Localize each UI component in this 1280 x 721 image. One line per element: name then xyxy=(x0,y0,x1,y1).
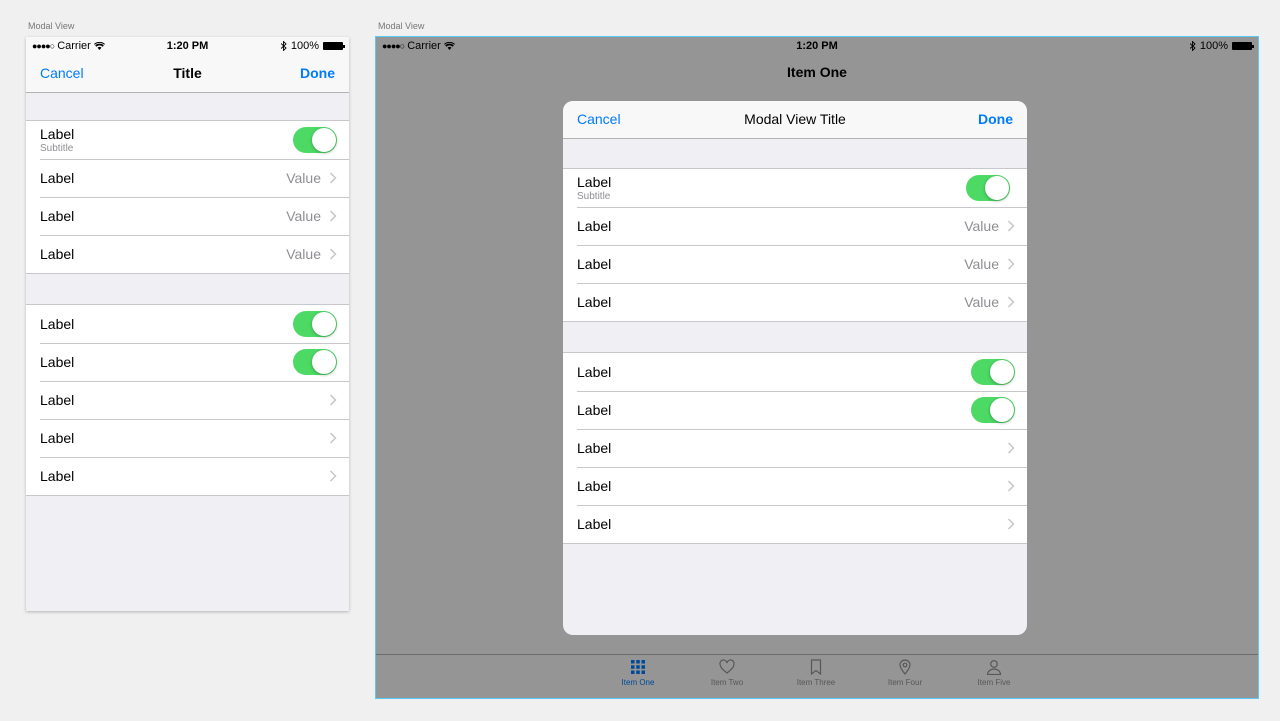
table-row: Label Subtitle xyxy=(26,121,349,159)
row-label: Label xyxy=(40,170,75,186)
modal-title: Modal View Title xyxy=(744,111,846,127)
row-label: Label xyxy=(40,430,75,446)
toggle-knob xyxy=(312,312,336,336)
row-value: Value xyxy=(964,294,999,310)
table-row: Label xyxy=(26,305,349,343)
row-label: Label xyxy=(40,468,75,484)
row-label: Label xyxy=(40,246,75,262)
toggle-knob xyxy=(312,350,336,374)
toggle-switch[interactable] xyxy=(293,311,337,337)
table-row[interactable]: Label Value xyxy=(26,235,349,273)
battery-icon xyxy=(323,42,345,50)
row-label: Label xyxy=(40,392,75,408)
chevron-right-icon xyxy=(329,210,337,222)
chevron-right-icon xyxy=(329,394,337,406)
row-value: Value xyxy=(286,170,321,186)
table-row: Label xyxy=(26,343,349,381)
chevron-right-icon xyxy=(1007,518,1015,530)
toggle-switch[interactable] xyxy=(971,359,1015,385)
table-row[interactable]: Label Value xyxy=(563,245,1027,283)
toggle-knob xyxy=(990,360,1014,384)
row-label: Label xyxy=(577,440,612,456)
row-label: Label xyxy=(40,316,75,332)
row-value: Value xyxy=(964,218,999,234)
table-row[interactable]: Label xyxy=(26,381,349,419)
battery-percent: 100% xyxy=(290,40,319,52)
chevron-right-icon xyxy=(1007,296,1015,308)
table-row[interactable]: Label Value xyxy=(26,197,349,235)
row-label: Label xyxy=(577,294,612,310)
chevron-right-icon xyxy=(329,470,337,482)
modal-nav-bar: Cancel Modal View Title Done xyxy=(563,101,1027,139)
modal-sheet: Cancel Modal View Title Done Label Subti… xyxy=(563,101,1027,635)
table-row[interactable]: Label xyxy=(563,505,1027,543)
toggle-knob xyxy=(985,176,1009,200)
table-row: Label Subtitle xyxy=(563,169,1027,207)
settings-group-1: Label Subtitle Label Value Label Value L… xyxy=(563,168,1027,322)
row-value: Value xyxy=(964,256,999,272)
nav-bar: Cancel Title Done xyxy=(26,55,349,93)
table-row[interactable]: Label xyxy=(563,429,1027,467)
row-label: Label xyxy=(577,516,612,532)
toggle-switch[interactable] xyxy=(293,349,337,375)
settings-group-1: Label Subtitle Label Value Label Value L… xyxy=(26,120,349,274)
row-value: Value xyxy=(286,246,321,262)
chevron-right-icon xyxy=(329,248,337,260)
chevron-right-icon xyxy=(1007,442,1015,454)
row-label: Label xyxy=(577,478,612,494)
status-bar: ●●●●○ Carrier 1:20 PM 100% xyxy=(26,37,349,55)
row-label: Label xyxy=(577,364,612,380)
table-row[interactable]: Label Value xyxy=(563,283,1027,321)
tablet-artboard-title: Modal View xyxy=(378,21,425,31)
toggle-switch[interactable] xyxy=(966,175,1010,201)
toggle-switch[interactable] xyxy=(971,397,1015,423)
table-row[interactable]: Label Value xyxy=(563,207,1027,245)
row-label: Label xyxy=(40,354,75,370)
row-subtitle: Subtitle xyxy=(40,143,74,154)
row-subtitle: Subtitle xyxy=(577,191,611,202)
table-row[interactable]: Label xyxy=(26,457,349,495)
row-label: Label xyxy=(577,256,612,272)
done-button[interactable]: Done xyxy=(978,111,1013,127)
toggle-knob xyxy=(990,398,1014,422)
chevron-right-icon xyxy=(329,432,337,444)
settings-group-2: Label Label Label Label Label xyxy=(563,352,1027,544)
toggle-switch[interactable] xyxy=(293,127,337,153)
done-button[interactable]: Done xyxy=(300,65,335,81)
phone-artboard: ●●●●○ Carrier 1:20 PM 100% Cancel Title … xyxy=(26,37,349,611)
row-label: Label xyxy=(577,218,612,234)
settings-group-2: Label Label Label Label Label xyxy=(26,304,349,496)
chevron-right-icon xyxy=(329,172,337,184)
chevron-right-icon xyxy=(1007,220,1015,232)
row-label: Label xyxy=(40,208,75,224)
chevron-right-icon xyxy=(1007,258,1015,270)
toggle-knob xyxy=(312,128,336,152)
table-row[interactable]: Label Value xyxy=(26,159,349,197)
bluetooth-icon xyxy=(280,41,287,51)
chevron-right-icon xyxy=(1007,480,1015,492)
row-value: Value xyxy=(286,208,321,224)
table-row: Label xyxy=(563,391,1027,429)
table-row[interactable]: Label xyxy=(563,467,1027,505)
table-row[interactable]: Label xyxy=(26,419,349,457)
row-label: Label xyxy=(577,174,612,190)
table-row: Label xyxy=(563,353,1027,391)
tablet-artboard: ●●●●○ Carrier 1:20 PM 100% Item One Item… xyxy=(375,36,1259,699)
phone-artboard-title: Modal View xyxy=(28,21,75,31)
row-label: Label xyxy=(40,126,75,142)
row-label: Label xyxy=(577,402,612,418)
